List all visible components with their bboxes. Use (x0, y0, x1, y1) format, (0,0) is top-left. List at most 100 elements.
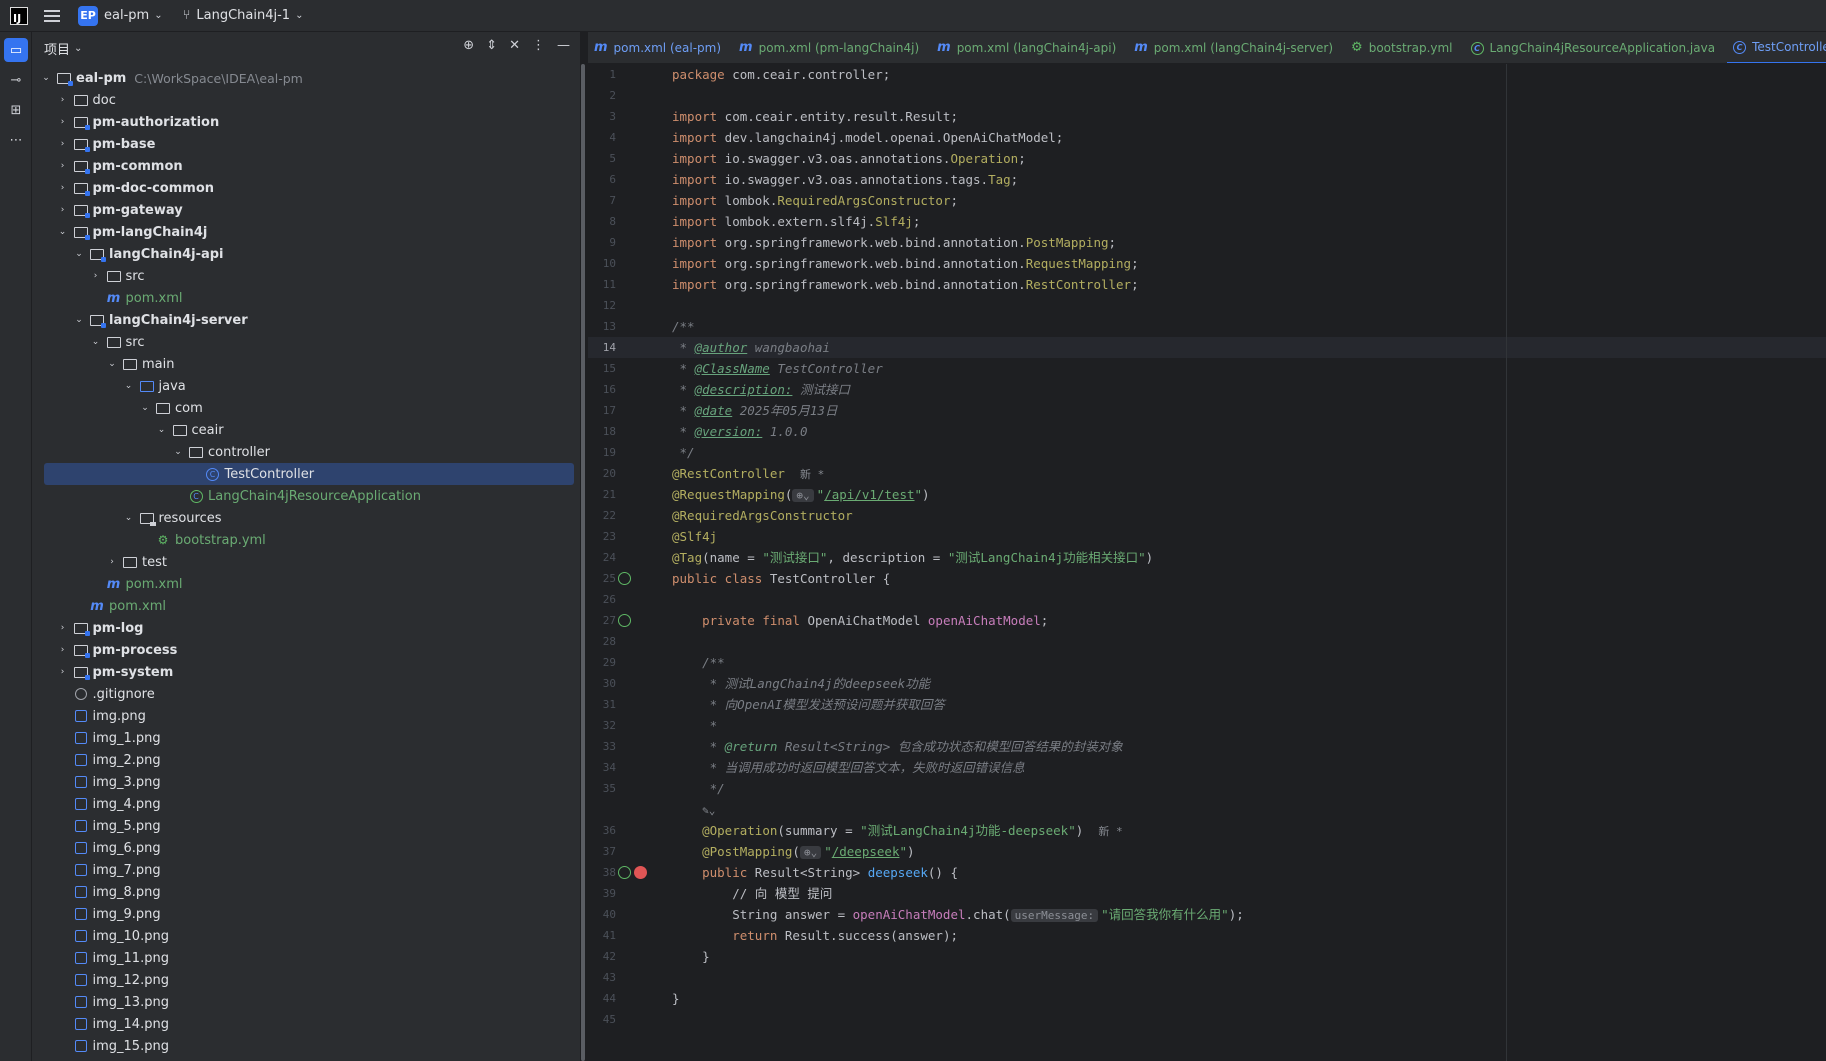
project-badge[interactable]: EP (78, 5, 98, 26)
tree-item[interactable]: img_1.png (32, 727, 580, 749)
code-line[interactable]: 21 @RequestMapping(⊕⌄ "/api/v1/test") (588, 484, 1826, 505)
code-line[interactable]: 36 @Operation(summary = "测试LangChain4j功能… (588, 820, 1826, 841)
chevron-right-icon[interactable]: › (57, 667, 69, 677)
code-line[interactable]: 26 (588, 589, 1826, 610)
code-line[interactable]: 15 * @ClassName TestController (588, 358, 1826, 379)
tree-item[interactable]: ⌄ java (32, 375, 580, 397)
collapse-all-icon[interactable]: ✕ (509, 38, 520, 53)
code-line[interactable]: 43 (588, 967, 1826, 988)
tree-item[interactable]: img_10.png (32, 925, 580, 947)
structure-tool-icon[interactable]: ⊞ (4, 98, 28, 122)
code-line[interactable]: 37 @PostMapping(⊕⌄ "/deepseek") (588, 841, 1826, 862)
chevron-down-icon[interactable]: ⌄ (74, 43, 82, 54)
code-line[interactable]: 5 import io.swagger.v3.oas.annotations.Op… (588, 148, 1826, 169)
tree-item[interactable]: m pom.xml (32, 287, 580, 309)
tree-item[interactable]: img_8.png (32, 881, 580, 903)
tree-item[interactable]: › pm-common (32, 155, 580, 177)
tree-item[interactable]: › pm-process (32, 639, 580, 661)
chevron-down-icon[interactable]: ⌄ (106, 359, 118, 369)
code-line[interactable]: 42 } (588, 946, 1826, 967)
tree-item[interactable]: ⌄ ceair (32, 419, 580, 441)
tree-item[interactable]: › pm-system (32, 661, 580, 683)
code-line[interactable]: 34 * 当调用成功时返回模型回答文本，失败时返回错误信息 (588, 757, 1826, 778)
code-line[interactable]: 3 import com.ceair.entity.result.Result; (588, 106, 1826, 127)
code-line[interactable]: 22 @RequiredArgsConstructor (588, 505, 1826, 526)
tree-item[interactable]: › pm-authorization (32, 111, 580, 133)
chevron-right-icon[interactable]: › (106, 557, 118, 567)
code-line[interactable]: 7 import lombok.RequiredArgsConstructor; (588, 190, 1826, 211)
tree-item[interactable]: ⌄ src (32, 331, 580, 353)
code-line[interactable]: 17 * @date 2025年05月13日 (588, 400, 1826, 421)
editor-tab[interactable]: C LangChain4jResourceApplication.java (1465, 32, 1728, 63)
tree-item[interactable]: img_3.png (32, 771, 580, 793)
code-line[interactable]: ✎⌄ (588, 799, 1826, 820)
chevron-down-icon[interactable]: ⌄ (73, 315, 85, 325)
chevron-down-icon[interactable]: ⌄ (57, 227, 69, 237)
spring-bean-gutter-icon[interactable] (618, 866, 631, 879)
tree-item[interactable]: img_4.png (32, 793, 580, 815)
tree-item[interactable]: img_12.png (32, 969, 580, 991)
tree-item[interactable]: › src (32, 265, 580, 287)
chevron-right-icon[interactable]: › (57, 161, 69, 171)
tree-item[interactable]: ⌄ pm-langChain4j (32, 221, 580, 243)
code-line[interactable]: 45 (588, 1009, 1826, 1030)
chevron-right-icon[interactable]: › (57, 117, 69, 127)
tree-item[interactable]: ⌄ main (32, 353, 580, 375)
chevron-down-icon[interactable]: ⌄ (139, 403, 151, 413)
chevron-right-icon[interactable]: › (57, 645, 69, 655)
project-switcher[interactable]: eal-pm (104, 8, 149, 23)
code-line[interactable]: 30 * 测试LangChain4j的deepseek功能 (588, 673, 1826, 694)
code-editor[interactable]: 1 package com.ceair.controller; 2 3 import c… (588, 64, 1826, 1061)
code-line[interactable]: 12 (588, 295, 1826, 316)
code-line[interactable]: 29 /** (588, 652, 1826, 673)
code-line[interactable]: 20 @RestController 新 * (588, 463, 1826, 484)
code-line[interactable]: 19 */ (588, 442, 1826, 463)
tree-item[interactable]: ⌄ eal-pm C:\WorkSpace\IDEA\eal-pm (32, 67, 580, 89)
intellij-logo-icon[interactable]: IJ (10, 6, 28, 25)
code-line[interactable]: 11 import org.springframework.web.bind.an… (588, 274, 1826, 295)
chevron-down-icon[interactable]: ⌄ (156, 425, 168, 435)
main-menu-icon[interactable] (44, 9, 60, 22)
chevron-right-icon[interactable]: › (57, 205, 69, 215)
code-line[interactable]: 44} (588, 988, 1826, 1009)
tree-item[interactable]: ⌄ langChain4j-api (32, 243, 580, 265)
tree-item[interactable]: ⌄ controller (32, 441, 580, 463)
code-line[interactable]: 35 */ (588, 778, 1826, 799)
chevron-right-icon[interactable]: › (57, 139, 69, 149)
tree-item[interactable]: › pm-gateway (32, 199, 580, 221)
chevron-down-icon[interactable]: ⌄ (73, 249, 85, 259)
project-panel-title[interactable]: 项目 (44, 39, 70, 58)
code-line[interactable]: 23 @Slf4j (588, 526, 1826, 547)
code-line[interactable]: 16 * @description: 测试接口 (588, 379, 1826, 400)
tree-item[interactable]: m pom.xml (32, 595, 580, 617)
tree-item[interactable]: img_14.png (32, 1013, 580, 1035)
commit-tool-icon[interactable]: ⊸ (4, 68, 28, 92)
project-tool-icon[interactable]: ▭ (4, 38, 28, 62)
code-line[interactable]: 39 // 向 模型 提问 (588, 883, 1826, 904)
code-line[interactable]: 31 * 向OpenAI模型发送预设问题并获取回答 (588, 694, 1826, 715)
tree-item[interactable]: m pom.xml (32, 573, 580, 595)
code-line[interactable]: 9 import org.springframework.web.bind.ann… (588, 232, 1826, 253)
chevron-down-icon[interactable]: ⌄ (123, 381, 135, 391)
editor-tab[interactable]: m pom.xml (pm-langChain4j) (733, 32, 931, 63)
branch-switcher[interactable]: LangChain4j-1 (196, 8, 290, 23)
chevron-down-icon[interactable]: ⌄ (90, 337, 102, 347)
tree-item[interactable]: img_11.png (32, 947, 580, 969)
editor-tab[interactable]: m pom.xml (langChain4j-server) (1128, 32, 1345, 63)
spring-bean-gutter-icon[interactable] (618, 572, 631, 585)
code-line[interactable]: 25 public class TestController { (588, 568, 1826, 589)
code-line[interactable]: 1 package com.ceair.controller; (588, 64, 1826, 85)
more-tools-icon[interactable]: ⋯ (4, 128, 28, 152)
code-line[interactable]: 18 * @version: 1.0.0 (588, 421, 1826, 442)
tree-item[interactable]: img_7.png (32, 859, 580, 881)
tree-item[interactable]: ⌄ langChain4j-server (32, 309, 580, 331)
code-line[interactable]: 32 * (588, 715, 1826, 736)
tree-item[interactable]: ⌄ com (32, 397, 580, 419)
tree-item[interactable]: ⚙ bootstrap.yml (32, 529, 580, 551)
code-line[interactable]: 13 /** (588, 316, 1826, 337)
tree-item[interactable]: img_5.png (32, 815, 580, 837)
hide-panel-icon[interactable]: — (557, 38, 570, 53)
chevron-right-icon[interactable]: › (57, 623, 69, 633)
code-line[interactable]: 24 @Tag(name = "测试接口", description = "测试L… (588, 547, 1826, 568)
chevron-down-icon[interactable]: ⌄ (40, 73, 52, 83)
